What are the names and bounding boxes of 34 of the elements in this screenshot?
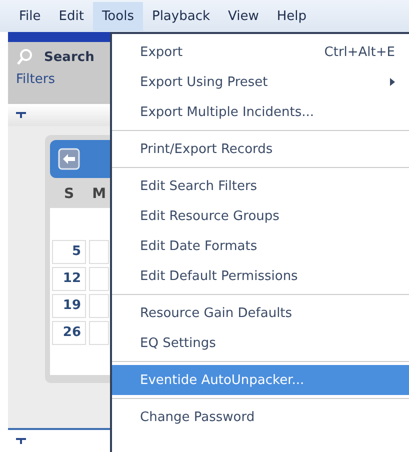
pin-icon[interactable] (16, 438, 26, 444)
date-cell[interactable]: 19 (52, 294, 86, 318)
menu-item[interactable]: Edit Search Filters (112, 171, 409, 201)
pin-icon[interactable] (16, 112, 26, 118)
date-cell[interactable] (89, 267, 109, 291)
weekday-label: M (92, 186, 106, 202)
date-cell[interactable]: 26 (52, 321, 86, 345)
date-cell[interactable] (89, 321, 109, 345)
menu-item[interactable]: File (10, 2, 50, 30)
menu-item[interactable]: Edit Date Formats (112, 231, 409, 261)
date-cell[interactable] (89, 294, 109, 318)
menu-item[interactable]: View (219, 2, 268, 30)
date-cell[interactable]: 12 (52, 267, 86, 291)
date-cell[interactable] (89, 240, 109, 264)
date-cell[interactable]: 5 (52, 240, 86, 264)
menu-item[interactable]: Playback (142, 2, 219, 30)
menu-item[interactable]: Export Using Preset (112, 67, 409, 97)
menu-item[interactable]: Help (268, 2, 316, 30)
menu-item[interactable]: Export Ctrl+Alt+E (112, 37, 409, 67)
menu-item[interactable]: Edit (50, 2, 93, 30)
search-title: Search (44, 50, 94, 64)
menu-item[interactable]: Export Multiple Incidents... (112, 97, 409, 127)
submenu-arrow-icon (390, 78, 395, 86)
shortcut-label: Ctrl+Alt+E (324, 44, 395, 60)
menu-item[interactable]: Change Password (112, 402, 409, 432)
menu-item[interactable]: Tools (92, 2, 143, 30)
menu-item[interactable]: Resource Gain Defaults (112, 298, 409, 328)
menu-item[interactable]: Edit Default Permissions (112, 261, 409, 291)
menu-item[interactable]: Print/Export Records (112, 134, 409, 164)
menu-item[interactable]: Edit Resource Groups (112, 201, 409, 231)
weekday-label: S (64, 186, 74, 202)
filters-label: Filters (16, 72, 56, 87)
search-icon[interactable] (16, 48, 34, 66)
menu-item[interactable]: EQ Settings (112, 328, 409, 358)
